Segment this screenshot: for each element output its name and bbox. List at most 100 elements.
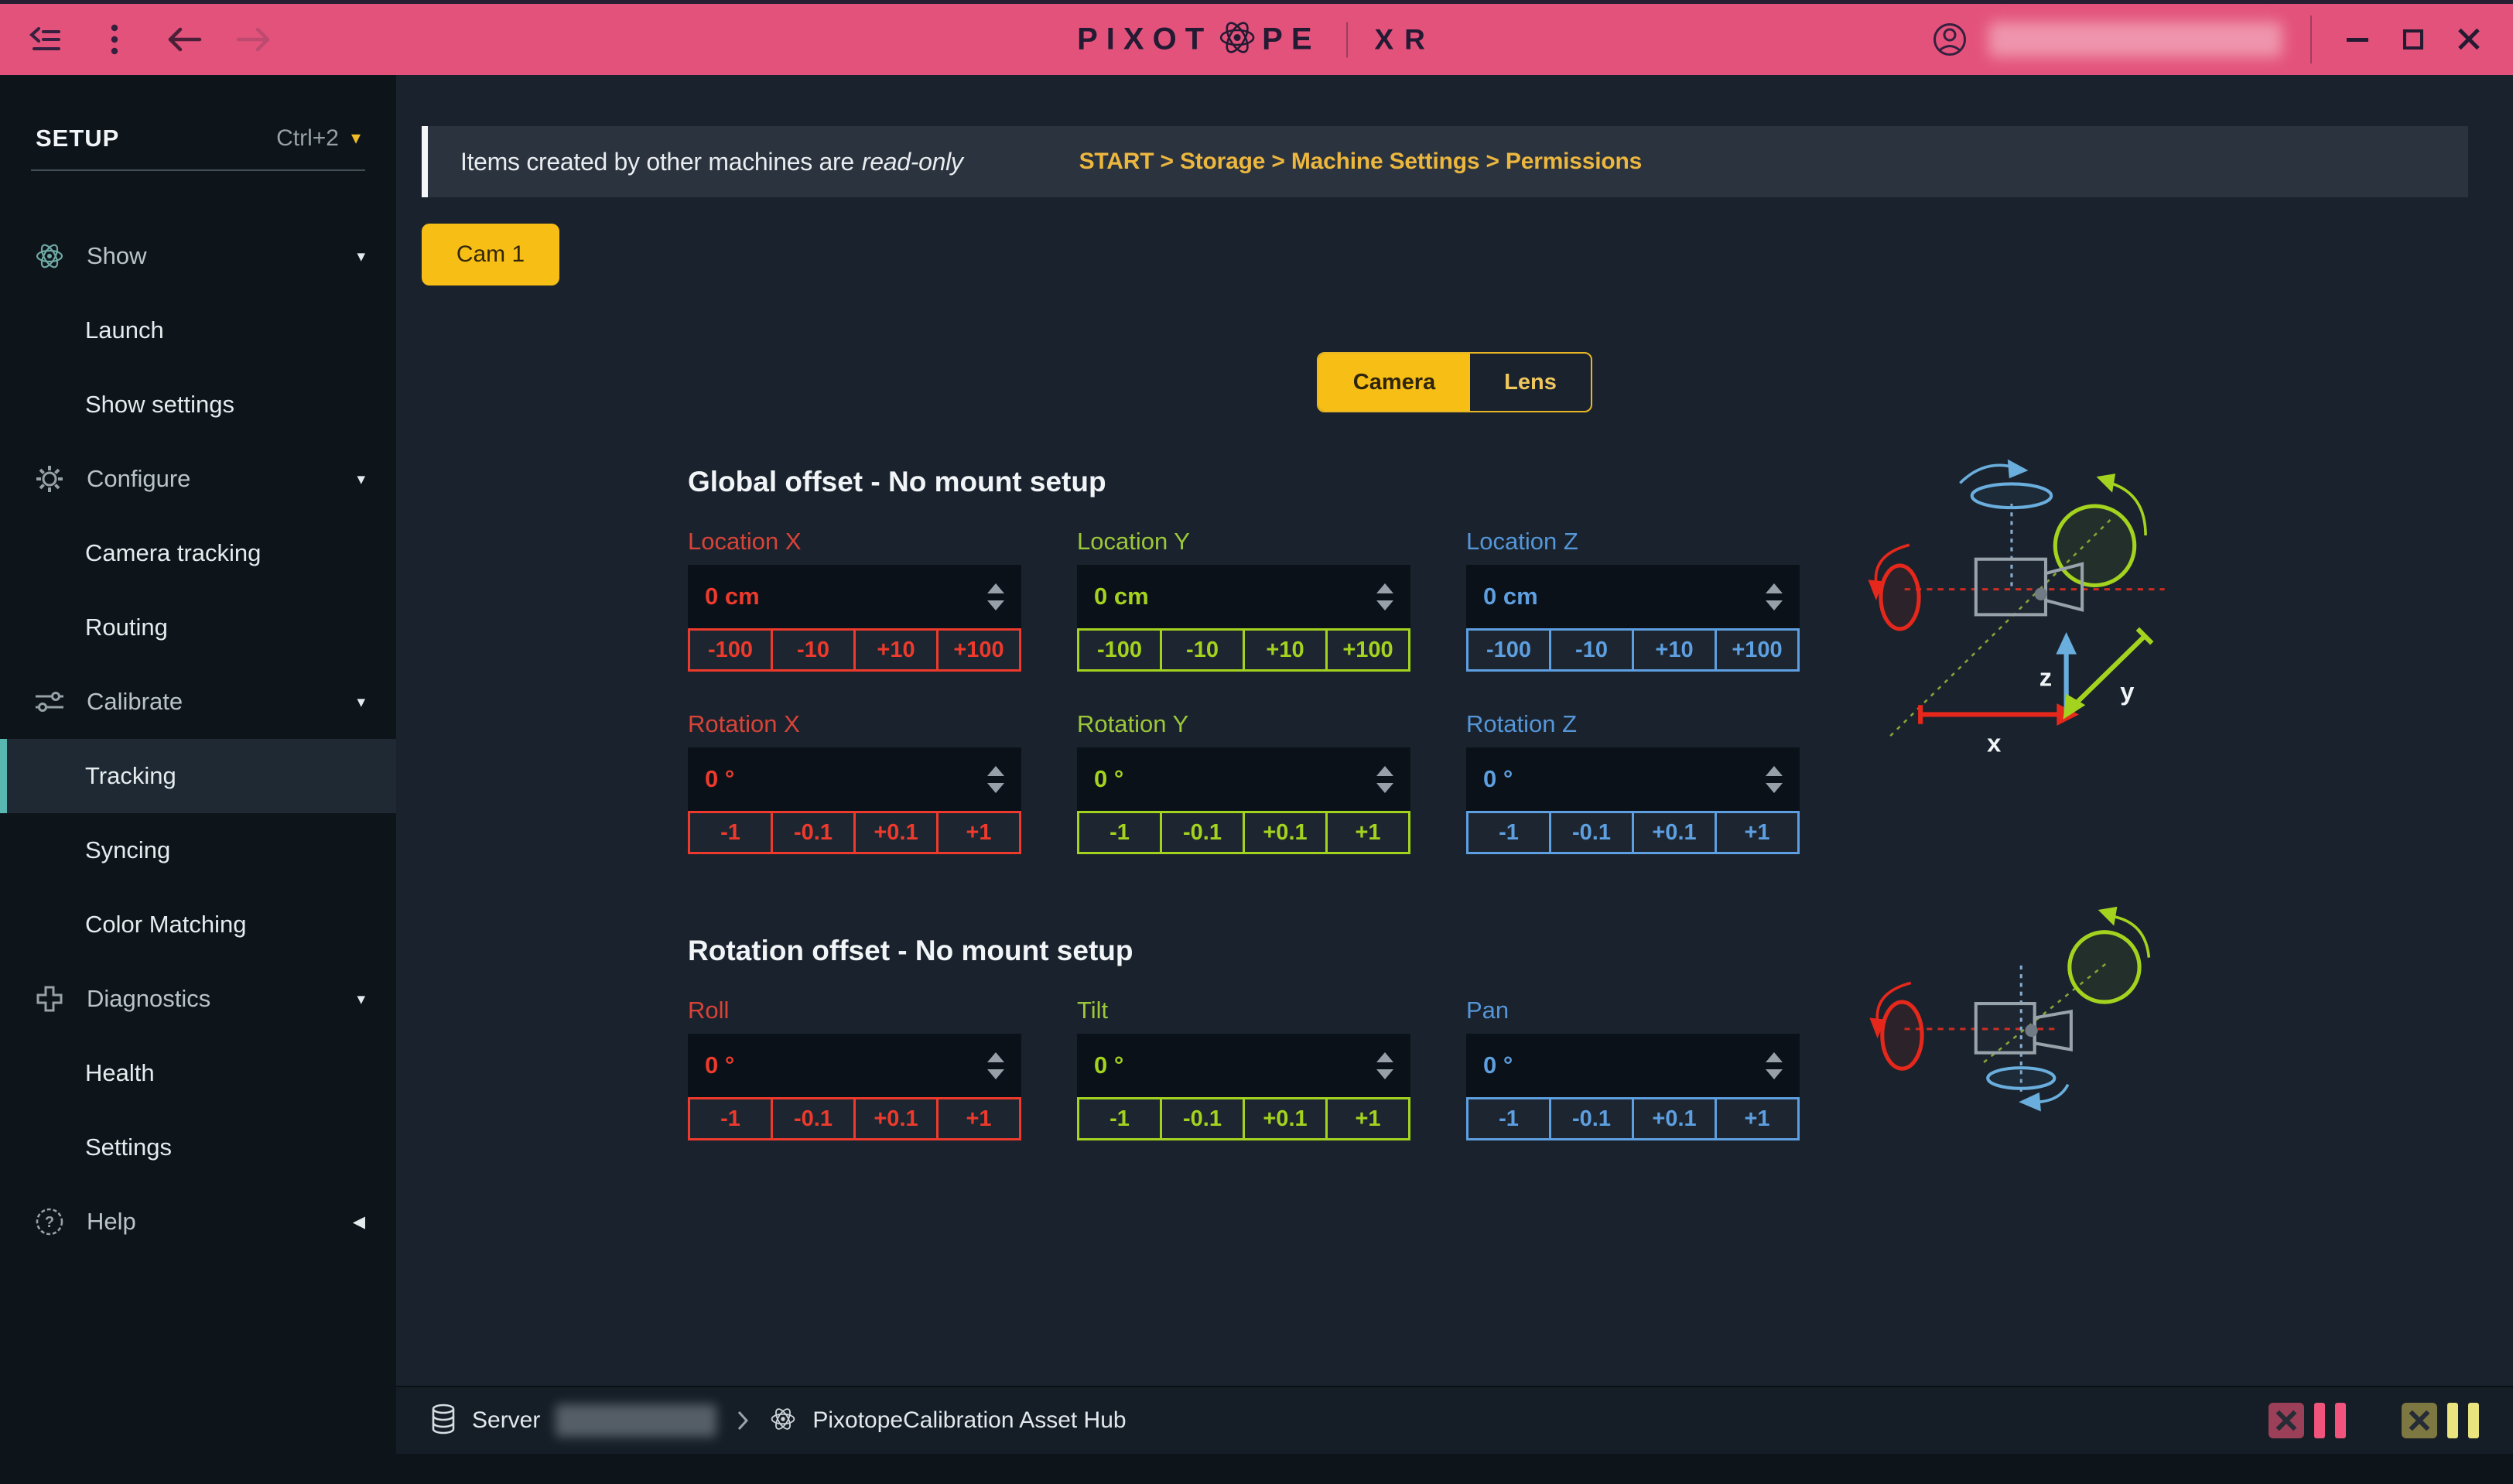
close-button[interactable] [2451,22,2487,57]
step-button[interactable]: -100 [1468,631,1549,669]
step-button[interactable]: -10 [1549,631,1632,669]
step-button[interactable]: +100 [936,631,1019,669]
user-account-icon[interactable] [1931,21,1968,58]
step-button[interactable]: +0.1 [1632,813,1715,852]
value-input[interactable]: 0 ° [1077,1034,1410,1097]
step-button[interactable]: -1 [1079,1099,1160,1138]
step-button[interactable]: -0.1 [1549,1099,1632,1138]
sidebar-item-camera-tracking[interactable]: Camera tracking [0,516,396,590]
spinner[interactable] [987,766,1004,793]
spinner[interactable] [987,583,1004,610]
step-button[interactable]: -1 [1468,813,1549,852]
step-button[interactable]: -0.1 [1160,1099,1243,1138]
value-input[interactable]: 0 cm [688,565,1021,628]
step-button[interactable]: +0.1 [1243,813,1325,852]
step-button[interactable]: -100 [690,631,771,669]
step-button[interactable]: +1 [1325,1099,1408,1138]
spinner-down-icon[interactable] [1766,1069,1783,1079]
spinner-down-icon[interactable] [987,600,1004,610]
breadcrumb[interactable]: START > Storage > Machine Settings > Per… [1079,149,1643,175]
step-button[interactable]: +1 [936,813,1019,852]
maximize-button[interactable] [2395,22,2431,57]
step-button[interactable]: +100 [1325,631,1408,669]
step-button[interactable]: -1 [1079,813,1160,852]
minimize-button[interactable] [2340,22,2375,57]
spinner-down-icon[interactable] [1376,783,1393,793]
sidebar-item-help[interactable]: ? Help ◀ [0,1185,396,1259]
spinner-up-icon[interactable] [987,1052,1004,1062]
value-input[interactable]: 0 cm [1466,565,1800,628]
asset-hub-label[interactable]: PixotopeCalibration Asset Hub [812,1407,1126,1434]
spinner[interactable] [1376,583,1393,610]
toggle-lens[interactable]: Lens [1470,354,1591,411]
spinner-down-icon[interactable] [1766,783,1783,793]
spinner-up-icon[interactable] [1376,766,1393,776]
value-input[interactable]: 0 ° [688,747,1021,811]
spinner-up-icon[interactable] [1766,1052,1783,1062]
step-button[interactable]: -10 [1160,631,1243,669]
step-button[interactable]: +10 [1632,631,1715,669]
sidebar-item-diagnostics[interactable]: Diagnostics ▾ [0,962,396,1036]
kebab-menu-icon[interactable] [96,21,133,58]
spinner-down-icon[interactable] [987,1069,1004,1079]
collapse-sidebar-icon[interactable] [26,21,63,58]
step-button[interactable]: -1 [690,813,771,852]
spinner[interactable] [1376,766,1393,793]
toggle-camera[interactable]: Camera [1318,354,1470,411]
step-button[interactable]: +1 [1715,1099,1797,1138]
sidebar-item-tracking[interactable]: Tracking [0,739,396,813]
spinner-down-icon[interactable] [1376,600,1393,610]
step-button[interactable]: -1 [1468,1099,1549,1138]
step-button[interactable]: +0.1 [1632,1099,1715,1138]
step-button[interactable]: +0.1 [1243,1099,1325,1138]
back-arrow-icon[interactable] [166,21,203,58]
step-button[interactable]: -0.1 [771,1099,853,1138]
forward-arrow-icon[interactable] [235,21,272,58]
spinner[interactable] [1766,1052,1783,1079]
sidebar-item-launch[interactable]: Launch [0,293,396,368]
spinner-down-icon[interactable] [1376,1069,1393,1079]
step-button[interactable]: +0.1 [853,813,936,852]
step-button[interactable]: +0.1 [853,1099,936,1138]
sidebar-item-configure[interactable]: Configure ▾ [0,442,396,516]
sidebar-item-calibrate[interactable]: Calibrate ▾ [0,665,396,739]
step-button[interactable]: -0.1 [1549,813,1632,852]
spinner[interactable] [1766,766,1783,793]
sidebar-item-show-settings[interactable]: Show settings [0,368,396,442]
step-button[interactable]: +100 [1715,631,1797,669]
mode-selector[interactable]: SETUP Ctrl+2 ▾ [31,108,365,171]
value-input[interactable]: 0 cm [1077,565,1410,628]
spinner-up-icon[interactable] [1376,583,1393,593]
value-input[interactable]: 0 ° [1077,747,1410,811]
value-input[interactable]: 0 ° [1466,747,1800,811]
spinner-up-icon[interactable] [1376,1052,1393,1062]
sidebar-item-settings[interactable]: Settings [0,1110,396,1185]
step-button[interactable]: -0.1 [1160,813,1243,852]
spinner-up-icon[interactable] [987,766,1004,776]
step-button[interactable]: +1 [1715,813,1797,852]
step-button[interactable]: +1 [936,1099,1019,1138]
sidebar-item-color-matching[interactable]: Color Matching [0,887,396,962]
sidebar-item-health[interactable]: Health [0,1036,396,1110]
sidebar-item-routing[interactable]: Routing [0,590,396,665]
cam-1-tab[interactable]: Cam 1 [422,224,559,286]
step-button[interactable]: -10 [771,631,853,669]
value-input[interactable]: 0 ° [1466,1034,1800,1097]
user-email-redacted[interactable] [1988,22,2282,57]
spinner[interactable] [1376,1052,1393,1079]
spinner[interactable] [1766,583,1783,610]
value-input[interactable]: 0 ° [688,1034,1021,1097]
spinner-down-icon[interactable] [1766,600,1783,610]
step-button[interactable]: +10 [1243,631,1325,669]
spinner-up-icon[interactable] [1766,583,1783,593]
step-button[interactable]: -100 [1079,631,1160,669]
step-button[interactable]: -0.1 [771,813,853,852]
spinner-up-icon[interactable] [987,583,1004,593]
spinner-up-icon[interactable] [1766,766,1783,776]
step-button[interactable]: +1 [1325,813,1408,852]
spinner[interactable] [987,1052,1004,1079]
step-button[interactable]: +10 [853,631,936,669]
sidebar-item-show[interactable]: Show ▾ [0,219,396,293]
sidebar-item-syncing[interactable]: Syncing [0,813,396,887]
spinner-down-icon[interactable] [987,783,1004,793]
